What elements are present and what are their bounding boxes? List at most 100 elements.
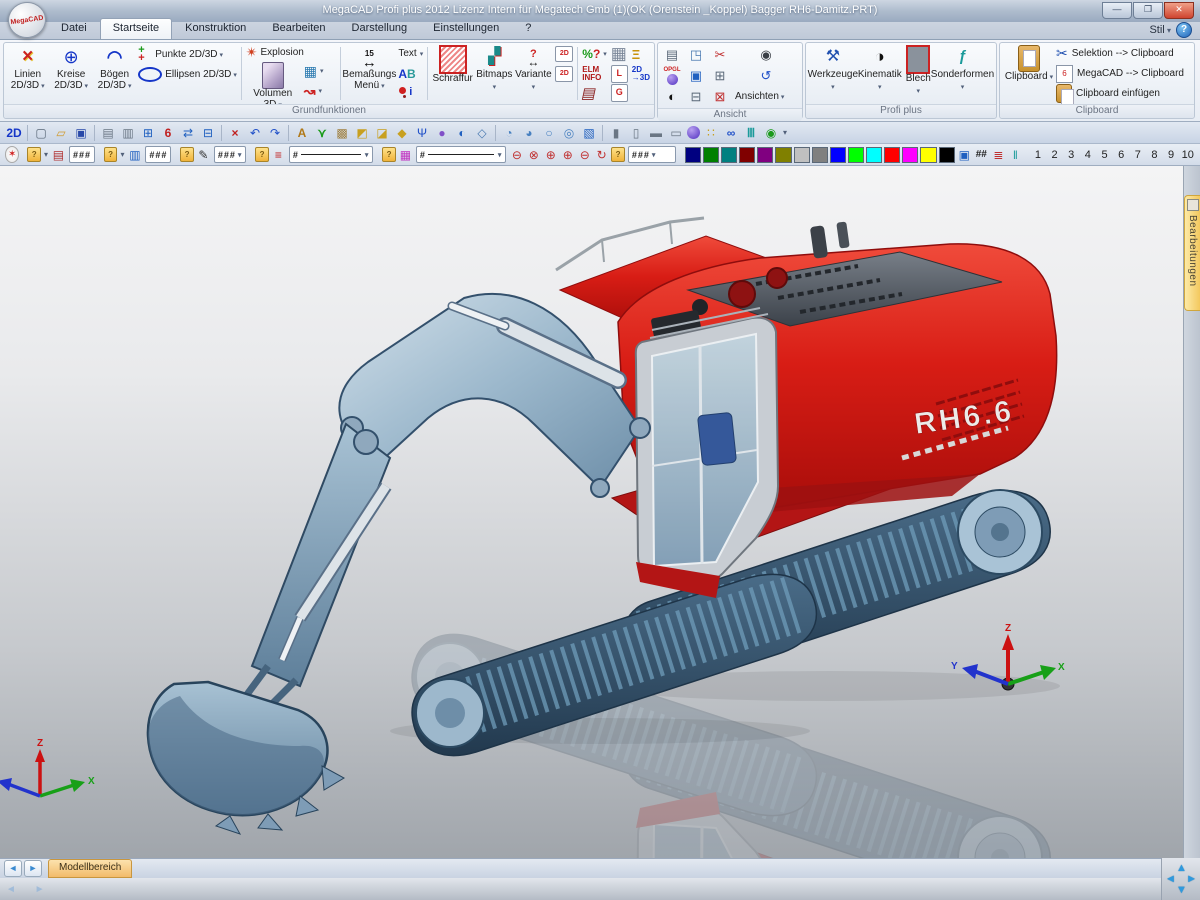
dropdown-arrow-icon[interactable]: ▾ xyxy=(783,128,787,137)
pen-icon[interactable]: ✎ xyxy=(196,146,211,163)
grid-button[interactable] xyxy=(609,44,630,64)
layer-number-5[interactable]: 5 xyxy=(1096,149,1113,161)
doc-2d-import-button[interactable] xyxy=(553,64,575,84)
layout-doc-button[interactable] xyxy=(609,64,630,84)
tab-scroll-left-icon[interactable]: ◄ xyxy=(4,860,22,877)
tab-bearbeiten[interactable]: Bearbeiten xyxy=(259,18,338,39)
display-list-icon[interactable]: ▤ xyxy=(661,45,683,64)
tab-help[interactable]: ? xyxy=(512,18,544,39)
toolbar-combo[interactable]: #▾ xyxy=(416,146,507,163)
layer-number-8[interactable]: 8 xyxy=(1146,149,1163,161)
layer-number-10[interactable]: 10 xyxy=(1179,149,1196,161)
color-swatch[interactable] xyxy=(884,147,900,163)
ellipsen-button[interactable]: Ellipsen 2D/3D xyxy=(136,64,239,84)
zoom-previous-icon[interactable]: ⊖ xyxy=(509,146,524,163)
view-disc-4-icon[interactable]: ◎ xyxy=(560,124,578,141)
new-file-icon[interactable]: ▢ xyxy=(32,124,50,141)
lock-screen-icon[interactable] xyxy=(104,147,118,162)
blech-button[interactable]: Blech xyxy=(906,44,931,103)
dropdown-arrow-icon[interactable]: ▾ xyxy=(44,150,48,159)
modellbereich-tab[interactable]: Modellbereich xyxy=(48,859,132,878)
binoculars-icon[interactable]: ∞ xyxy=(722,124,740,141)
status-nav-arrows[interactable]: ◄ ► xyxy=(6,884,53,895)
freeform-curve-button[interactable] xyxy=(302,81,326,101)
layer-number-6[interactable]: 6 xyxy=(1113,149,1130,161)
help-icon[interactable]: ? xyxy=(1176,22,1192,38)
group-doc-button[interactable] xyxy=(609,84,630,104)
selektion-clipboard-button[interactable]: Selektion --> Clipboard xyxy=(1056,44,1184,64)
zoom-out-icon[interactable]: ⊖ xyxy=(577,146,592,163)
color-swatch[interactable] xyxy=(866,147,882,163)
measure-query-button[interactable] xyxy=(580,44,609,64)
rotate-view-icon[interactable]: ↺ xyxy=(755,66,777,85)
cube-view-icon[interactable]: ◇ xyxy=(473,124,491,141)
render-box-icon[interactable]: ▩ xyxy=(333,124,351,141)
toolbar-combo[interactable]: ###▾ xyxy=(214,146,247,163)
color-swatch[interactable] xyxy=(721,147,737,163)
color-swatch[interactable] xyxy=(685,147,701,163)
layer-number-3[interactable]: 3 xyxy=(1063,149,1080,161)
zoom-in-icon[interactable]: ⊕ xyxy=(560,146,575,163)
color-swatch[interactable] xyxy=(848,147,864,163)
toggle-2d3d-icon[interactable]: 2D xyxy=(5,124,23,141)
color-swatch[interactable] xyxy=(830,147,846,163)
cylinder-hidden-icon[interactable]: ▭ xyxy=(667,124,685,141)
delete-element-icon[interactable]: × xyxy=(226,124,244,141)
redo-icon[interactable]: ↷ xyxy=(266,124,284,141)
opengl-button[interactable]: OPGL xyxy=(661,66,683,85)
minimize-button[interactable]: — xyxy=(1102,2,1132,19)
color-swatch[interactable] xyxy=(739,147,755,163)
color-swatch[interactable] xyxy=(775,147,791,163)
bemassung-button[interactable]: Bemaßungs Menü xyxy=(342,44,396,103)
print-preview-icon[interactable]: ▥ xyxy=(119,124,137,141)
layer-number-4[interactable]: 4 xyxy=(1080,149,1097,161)
doc-screen-icon[interactable]: ⊟ xyxy=(199,124,217,141)
color-swatch[interactable] xyxy=(703,147,719,163)
maximize-button[interactable]: ❐ xyxy=(1133,2,1163,19)
shade-mode-icon[interactable]: ◐ xyxy=(661,87,683,106)
color-swatch[interactable] xyxy=(902,147,918,163)
megacad-clipboard-button[interactable]: MegaCAD --> Clipboard xyxy=(1056,64,1184,84)
style-dropdown[interactable]: Stil xyxy=(1149,24,1171,36)
lock-linewidth-icon[interactable] xyxy=(255,147,269,162)
page-setup-icon[interactable]: ⊞ xyxy=(139,124,157,141)
toolbar-combo[interactable]: #▾ xyxy=(289,146,374,163)
tab-darstellung[interactable]: Darstellung xyxy=(339,18,421,39)
volumen-button[interactable]: Volumen 3D xyxy=(244,61,302,104)
layer-number-2[interactable]: 2 xyxy=(1046,149,1063,161)
pan-control[interactable]: ▲▼◄► xyxy=(1161,858,1200,900)
text-attributes-button[interactable] xyxy=(396,64,425,84)
kinematik-button[interactable]: Kinematik xyxy=(858,44,902,103)
lock-color-icon[interactable] xyxy=(611,147,625,162)
screen-split-icon[interactable]: ⊟ xyxy=(685,87,707,106)
pin-info-button[interactable] xyxy=(396,83,425,103)
linien-button[interactable]: Linien 2D/3D xyxy=(6,44,49,103)
tab-konstruktion[interactable]: Konstruktion xyxy=(172,18,259,39)
tab-startseite[interactable]: Startseite xyxy=(100,18,172,39)
save-icon[interactable]: ▣ xyxy=(72,124,90,141)
2d-to-3d-button[interactable]: 2D →3D xyxy=(630,64,652,84)
acad-import-icon[interactable]: A xyxy=(293,124,311,141)
redraw-icon[interactable]: ✶ xyxy=(5,146,19,163)
schraffur-button[interactable]: Schraffur xyxy=(430,44,475,103)
toolbar-combo[interactable]: ###▾ xyxy=(628,146,676,163)
punkte-button[interactable]: Punkte 2D/3D xyxy=(136,44,239,64)
layer-number-1[interactable]: 1 xyxy=(1030,149,1047,161)
boegen-button[interactable]: Bögen 2D/3D xyxy=(93,44,136,103)
cylinder-wire-icon[interactable]: ▯ xyxy=(627,124,645,141)
clipboard-einfuegen-button[interactable]: Clipboard einfügen xyxy=(1056,83,1184,103)
sonderformen-button[interactable]: Sonderformen xyxy=(931,44,994,103)
rgb-channels-icon[interactable]: Ⅲ xyxy=(742,124,760,141)
camera-icon[interactable]: ◉ xyxy=(755,45,777,64)
open-file-icon[interactable]: ▱ xyxy=(52,124,70,141)
globe-icon[interactable]: ◐ xyxy=(453,124,471,141)
toolbar-combo[interactable]: ### xyxy=(69,146,95,163)
colorgrid-icon[interactable]: ▦ xyxy=(398,146,413,163)
structure-tree-icon[interactable]: ∷ xyxy=(702,124,720,141)
select-copy-icon[interactable]: ◪ xyxy=(373,124,391,141)
toolbar-combo[interactable]: ### xyxy=(145,146,171,163)
view-disc-1-icon[interactable]: ◔ xyxy=(500,124,518,141)
layer-number-9[interactable]: 9 xyxy=(1163,149,1180,161)
mesh-button[interactable] xyxy=(302,61,326,81)
screen-select-icon[interactable]: ▣ xyxy=(957,146,972,163)
